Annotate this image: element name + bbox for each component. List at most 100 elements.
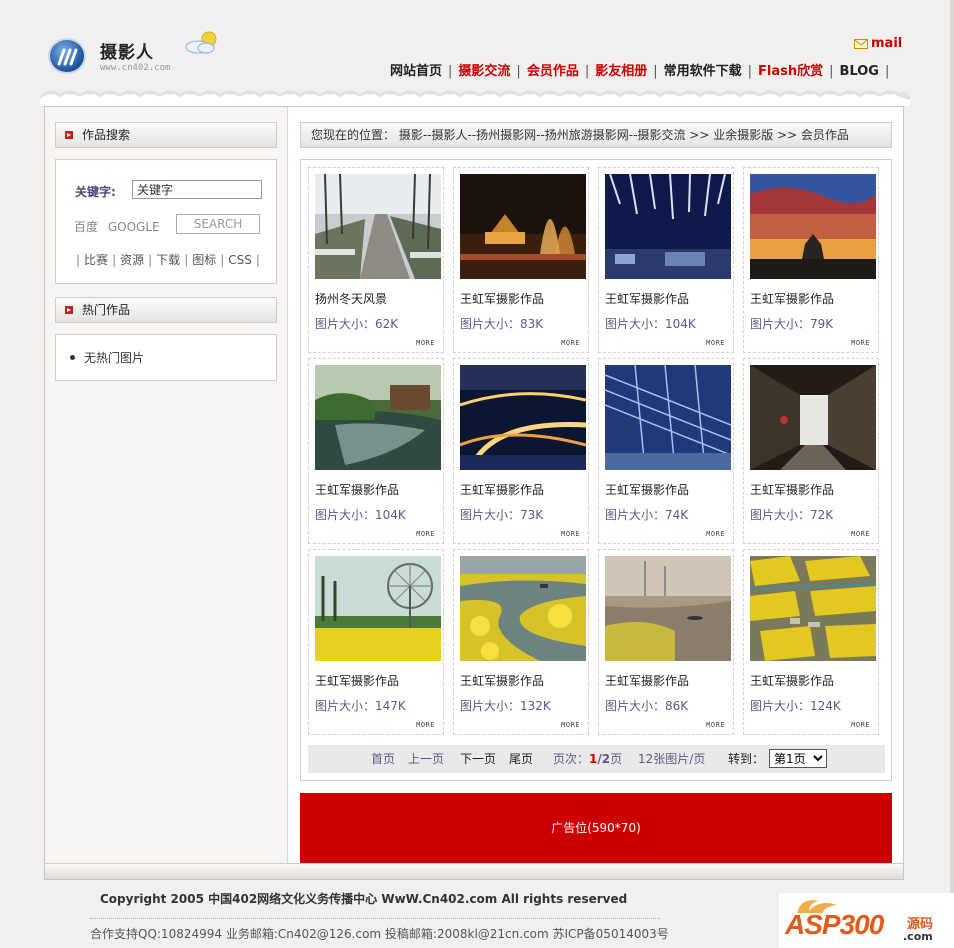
- nav-item-4[interactable]: 常用软件下载: [664, 64, 742, 79]
- pager-prev[interactable]: 上一页: [408, 745, 444, 773]
- pager-first[interactable]: 首页: [371, 745, 395, 773]
- link-separator: |: [76, 253, 81, 267]
- nav-item-5[interactable]: Flash欣赏: [758, 64, 823, 79]
- more-link[interactable]: MORE: [416, 721, 435, 729]
- ad-banner[interactable]: 广告位(590*70): [300, 793, 892, 863]
- nav-item-3[interactable]: 影友相册: [595, 64, 647, 79]
- window-scrollbar-edge: [950, 0, 954, 948]
- photo-caption[interactable]: 扬州冬天风景: [315, 290, 387, 307]
- goto-page-select[interactable]: 第1页: [769, 749, 827, 768]
- photo-image: [750, 365, 876, 470]
- photo-thumbnail[interactable]: [460, 556, 586, 661]
- site-logo-icon[interactable]: [48, 38, 86, 74]
- photo-size: 图片大小：62K: [315, 317, 399, 331]
- footer-divider: [90, 918, 660, 919]
- photo-image: [750, 556, 876, 661]
- asp300-watermark-logo: ASP300 源码 .com: [779, 893, 954, 948]
- nav-separator: |: [829, 64, 834, 79]
- photo-card[interactable]: 王虹军摄影作品 图片大小：79K MORE: [743, 167, 879, 353]
- photo-card[interactable]: 王虹军摄影作品 图片大小：86K MORE: [598, 549, 734, 735]
- site-name: 摄影人: [100, 43, 154, 63]
- keyword-input[interactable]: [132, 180, 262, 199]
- photo-caption[interactable]: 王虹军摄影作品: [605, 481, 689, 498]
- quick-link-2[interactable]: 下载: [156, 253, 180, 267]
- more-link[interactable]: MORE: [706, 339, 725, 347]
- more-link[interactable]: MORE: [561, 339, 580, 347]
- photo-caption[interactable]: 王虹军摄影作品: [460, 481, 544, 498]
- photo-size: 图片大小：147K: [315, 699, 406, 713]
- photo-caption[interactable]: 王虹军摄影作品: [605, 290, 689, 307]
- more-link[interactable]: MORE: [561, 530, 580, 538]
- link-separator: |: [220, 253, 225, 267]
- more-link[interactable]: MORE: [851, 530, 870, 538]
- sidebar: 作品搜索 关键字: 百度 GOOGLE SEARCH |比赛|资源|下载|图标|…: [45, 107, 288, 863]
- engine-google[interactable]: GOOGLE: [108, 220, 160, 234]
- photo-card[interactable]: 王虹军摄影作品 图片大小：147K MORE: [308, 549, 444, 735]
- more-link[interactable]: MORE: [416, 339, 435, 347]
- photo-card[interactable]: 王虹军摄影作品 图片大小：83K MORE: [453, 167, 589, 353]
- nav-separator: |: [516, 64, 521, 79]
- more-link[interactable]: MORE: [561, 721, 580, 729]
- quick-link-0[interactable]: 比赛: [84, 253, 108, 267]
- photo-image: [605, 365, 731, 470]
- photo-card[interactable]: 王虹军摄影作品 图片大小：124K MORE: [743, 549, 879, 735]
- search-button[interactable]: SEARCH: [176, 214, 260, 234]
- photo-caption[interactable]: 王虹军摄影作品: [315, 672, 399, 689]
- nav-item-0[interactable]: 网站首页: [390, 64, 442, 79]
- link-separator: |: [112, 253, 117, 267]
- per-page-info: 12张图片/页: [638, 752, 706, 766]
- photo-thumbnail[interactable]: [460, 174, 586, 279]
- nav-item-1[interactable]: 摄影交流: [458, 64, 510, 79]
- photo-image: [315, 556, 441, 661]
- photo-image: [750, 174, 876, 279]
- nav-item-6[interactable]: BLOG: [840, 64, 879, 79]
- photo-size: 图片大小：73K: [460, 508, 544, 522]
- nav-separator: |: [747, 64, 753, 79]
- more-link[interactable]: MORE: [416, 530, 435, 538]
- photo-caption[interactable]: 王虹军摄影作品: [460, 672, 544, 689]
- quick-links: | 比赛 | 资源 | 下载 | 图标 | CSS |: [72, 251, 264, 268]
- quick-link-4[interactable]: CSS: [228, 253, 252, 267]
- quick-link-1[interactable]: 资源: [120, 253, 144, 267]
- mail-link[interactable]: mail: [854, 36, 902, 51]
- photo-card[interactable]: 扬州冬天风景 图片大小：62K MORE: [308, 167, 444, 353]
- photo-card[interactable]: 王虹军摄影作品 图片大小：74K MORE: [598, 358, 734, 544]
- nav-item-2[interactable]: 会员作品: [527, 64, 579, 79]
- quick-link-3[interactable]: 图标: [192, 253, 216, 267]
- photo-caption[interactable]: 王虹军摄影作品: [750, 290, 834, 307]
- photo-thumbnail[interactable]: [750, 556, 876, 661]
- photo-thumbnail[interactable]: [315, 365, 441, 470]
- nav-separator: |: [884, 64, 890, 79]
- photo-card[interactable]: 王虹军摄影作品 图片大小：104K MORE: [308, 358, 444, 544]
- photo-card[interactable]: 王虹军摄影作品 图片大小：72K MORE: [743, 358, 879, 544]
- photo-caption[interactable]: 王虹军摄影作品: [315, 481, 399, 498]
- photo-card[interactable]: 王虹军摄影作品 图片大小：104K MORE: [598, 167, 734, 353]
- photo-thumbnail[interactable]: [315, 556, 441, 661]
- photo-card[interactable]: 王虹军摄影作品 图片大小：132K MORE: [453, 549, 589, 735]
- photo-thumbnail[interactable]: [605, 365, 731, 470]
- pager-info: 页次：1/2页: [553, 745, 622, 773]
- pager-last[interactable]: 尾页: [509, 745, 533, 773]
- engine-baidu[interactable]: 百度: [74, 220, 98, 234]
- photo-caption[interactable]: 王虹军摄影作品: [605, 672, 689, 689]
- photo-card[interactable]: 王虹军摄影作品 图片大小：73K MORE: [453, 358, 589, 544]
- pager-next[interactable]: 下一页: [460, 745, 496, 773]
- photo-thumbnail[interactable]: [460, 365, 586, 470]
- photo-thumbnail[interactable]: [750, 365, 876, 470]
- more-link[interactable]: MORE: [706, 530, 725, 538]
- more-link[interactable]: MORE: [851, 339, 870, 347]
- contact-text: 合作支持QQ:10824994 业务邮箱:Cn402@126.com 投稿邮箱:…: [90, 927, 669, 941]
- photo-size: 图片大小：83K: [460, 317, 544, 331]
- photo-caption[interactable]: 王虹军摄影作品: [460, 290, 544, 307]
- photo-thumbnail[interactable]: [605, 556, 731, 661]
- site-url: www.cn402.com: [100, 63, 171, 73]
- more-link[interactable]: MORE: [851, 721, 870, 729]
- more-link[interactable]: MORE: [706, 721, 725, 729]
- photo-caption[interactable]: 王虹军摄影作品: [750, 672, 834, 689]
- photo-caption[interactable]: 王虹军摄影作品: [750, 481, 834, 498]
- photo-thumbnail[interactable]: [750, 174, 876, 279]
- photo-thumbnail[interactable]: [605, 174, 731, 279]
- photo-image: [460, 556, 586, 661]
- keyword-label: 关键字:: [75, 185, 116, 199]
- photo-thumbnail[interactable]: [315, 174, 441, 279]
